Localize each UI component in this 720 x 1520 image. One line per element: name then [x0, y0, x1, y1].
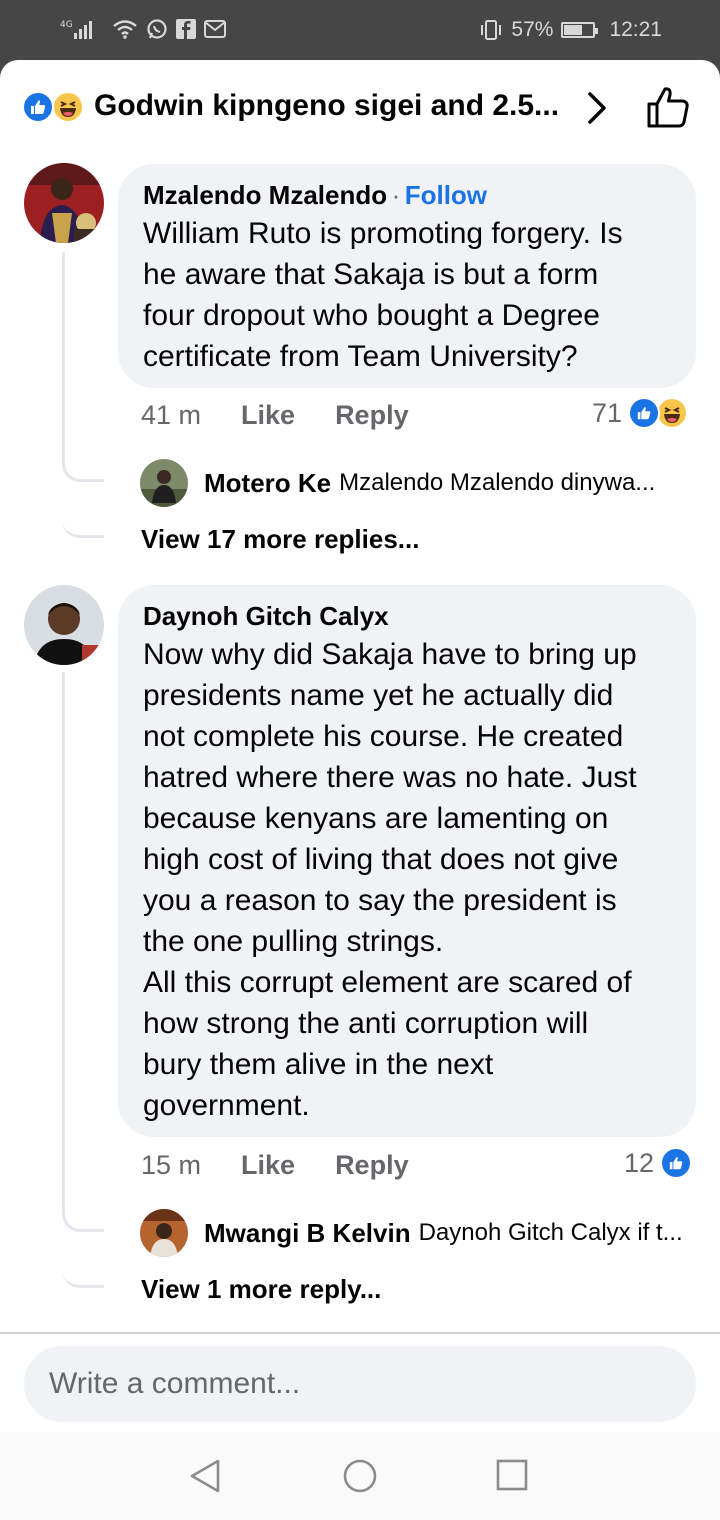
like-reaction-icon — [22, 91, 54, 123]
follow-button[interactable]: Follow — [405, 180, 487, 210]
chevron-right-icon[interactable] — [582, 88, 612, 133]
like-reaction-icon — [628, 397, 661, 429]
comment-actions: 41 m Like Reply — [141, 400, 449, 431]
avatar[interactable] — [140, 459, 188, 507]
reaction-count: 71 — [592, 397, 623, 428]
signal-icon: 4G — [60, 18, 104, 40]
comment-text: William Ruto is promoting forgery. Is he… — [143, 217, 623, 373]
reply-button[interactable]: Reply — [335, 1150, 409, 1181]
avatar[interactable] — [140, 1209, 188, 1257]
view-more-replies[interactable]: View 1 more reply... — [141, 1274, 381, 1305]
reactors-title[interactable]: Godwin kipngeno sigei and 2.5... — [94, 89, 559, 123]
reply-author[interactable]: Motero Ke — [204, 468, 331, 499]
comment-bubble[interactable]: Daynoh Gitch Calyx Now why did Sakaja ha… — [118, 585, 696, 1137]
battery-level-fill — [564, 25, 582, 35]
mail-icon — [204, 20, 226, 38]
wifi-icon — [112, 19, 138, 39]
like-button[interactable]: Like — [241, 400, 295, 431]
comment-author[interactable]: Mzalendo Mzalendo — [143, 180, 387, 210]
haha-reaction-icon — [52, 91, 84, 123]
reactions-header[interactable]: Godwin kipngeno sigei and 2.5... — [0, 60, 720, 155]
haha-reaction-icon — [656, 397, 689, 429]
avatar[interactable] — [24, 585, 104, 665]
avatar[interactable] — [24, 163, 104, 243]
status-right: 57% 12:21 — [479, 18, 662, 42]
comment-reactions[interactable]: 71 — [592, 397, 689, 429]
comments-sheet: Godwin kipngeno sigei and 2.5... Mzalend… — [0, 60, 720, 1520]
comment-actions: 15 m Like Reply — [141, 1150, 449, 1181]
thread-line — [62, 672, 104, 1232]
comment-input[interactable]: Write a comment... — [24, 1346, 696, 1422]
status-left: 4G — [60, 18, 226, 40]
like-post-icon[interactable] — [646, 86, 690, 133]
thread-line — [62, 252, 104, 482]
status-bar: 4G 57% 12:21 — [0, 0, 720, 60]
comment-author[interactable]: Daynoh Gitch Calyx — [143, 601, 389, 631]
like-button[interactable]: Like — [241, 1150, 295, 1181]
reaction-summary[interactable] — [22, 91, 92, 123]
comment-text: Now why did Sakaja have to bring up pres… — [143, 638, 637, 1122]
reaction-count: 12 — [624, 1147, 655, 1178]
comment-composer: Write a comment... — [0, 1332, 720, 1432]
view-more-replies[interactable]: View 17 more replies... — [141, 524, 419, 555]
thread-line-branch — [62, 1230, 104, 1288]
home-icon[interactable] — [342, 1458, 378, 1499]
facebook-icon — [176, 19, 196, 39]
reply-preview[interactable]: Motero Ke Mzalendo Mzalendo dinywa... — [140, 459, 655, 507]
back-icon[interactable] — [188, 1458, 222, 1499]
battery-percent: 57% — [511, 18, 554, 41]
comment-time[interactable]: 15 m — [141, 1150, 201, 1181]
separator-dot: · — [391, 180, 401, 210]
vibrate-icon — [479, 19, 503, 41]
comment-bubble[interactable]: Mzalendo Mzalendo · Follow William Ruto … — [118, 164, 696, 388]
reply-preview[interactable]: Mwangi B Kelvin Daynoh Gitch Calyx if t.… — [140, 1209, 683, 1257]
svg-text:4G: 4G — [60, 20, 73, 30]
reply-snippet: Mzalendo Mzalendo dinywa... — [339, 469, 656, 496]
comment-reactions[interactable]: 12 — [624, 1147, 693, 1179]
battery-icon — [561, 22, 599, 38]
whatsapp-icon — [146, 18, 168, 40]
comment-time[interactable]: 41 m — [141, 400, 201, 431]
reply-button[interactable]: Reply — [335, 400, 409, 431]
reply-snippet: Daynoh Gitch Calyx if t... — [418, 1219, 683, 1246]
clock: 12:21 — [609, 18, 662, 41]
thread-line-branch — [62, 480, 104, 538]
like-reaction-icon — [660, 1147, 693, 1179]
reply-author[interactable]: Mwangi B Kelvin — [204, 1218, 411, 1249]
system-nav-bar — [0, 1432, 720, 1520]
recents-icon[interactable] — [495, 1458, 529, 1497]
